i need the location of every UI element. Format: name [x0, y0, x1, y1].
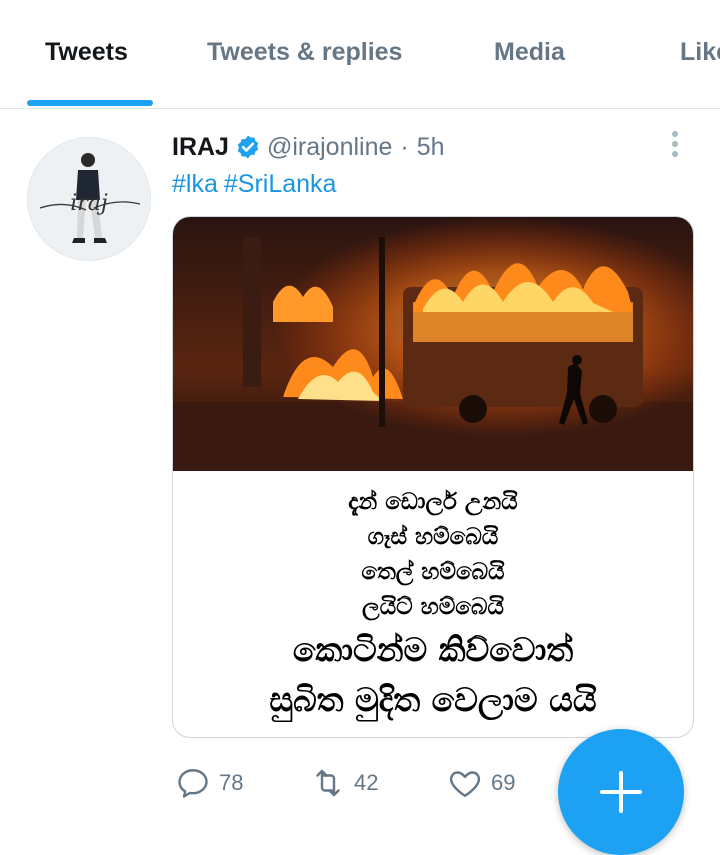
caption-line: තෙල් හම්බෙයි	[361, 559, 505, 585]
tweet-text: #lka #SriLanka	[172, 170, 342, 199]
image-caption: දැන් ඩොලර් උනයි ගෑස් හම්බෙයි තෙල් හම්බෙය…	[173, 471, 693, 737]
avatar[interactable]: iraj	[27, 137, 151, 261]
caption-line: දැන් ඩොලර් උනයි	[348, 489, 518, 515]
like-button[interactable]: 69	[447, 760, 515, 806]
reply-count: 78	[219, 770, 244, 795]
tweet-timestamp[interactable]: 5h	[417, 133, 445, 162]
compose-plus-icon	[600, 771, 642, 813]
verified-badge-icon	[237, 135, 259, 159]
like-count: 69	[491, 770, 516, 795]
user-handle[interactable]: @irajonline	[267, 133, 392, 162]
tab-tweets-replies[interactable]: Tweets & replies	[207, 38, 402, 67]
reply-button[interactable]: 78	[175, 760, 243, 806]
reply-icon	[178, 769, 208, 798]
avatar-signature: iraj	[70, 191, 108, 216]
profile-tabs: Tweets Tweets & replies Media Likes	[0, 0, 720, 109]
caption-line: සුබිත මුදිත වෙලාම යයි	[269, 680, 597, 719]
compose-tweet-button[interactable]	[558, 729, 684, 855]
retweet-count: 42	[354, 770, 379, 795]
separator-dot: ·	[400, 132, 409, 161]
tweet-media[interactable]: දැන් ඩොලර් උනයි ගෑස් හම්බෙයි තෙල් හම්බෙය…	[172, 216, 694, 738]
like-icon	[449, 771, 481, 797]
retweet-button[interactable]: 42	[310, 760, 378, 806]
tab-media[interactable]: Media	[494, 38, 565, 67]
hashtag-link[interactable]: #SriLanka	[224, 170, 337, 198]
tab-likes[interactable]: Likes	[680, 38, 720, 67]
caption-line: ගෑස් හම්බෙයි	[367, 524, 499, 550]
display-name[interactable]: IRAJ	[172, 133, 229, 162]
tweet-header: IRAJ @irajonline · 5h	[172, 131, 445, 163]
tab-tweets[interactable]: Tweets	[45, 38, 128, 67]
caption-line: ලයිට් හම්බෙයි	[362, 594, 504, 620]
avatar-image: iraj	[28, 138, 150, 260]
active-tab-indicator	[27, 100, 153, 106]
burning-bus-photo	[173, 217, 693, 471]
retweet-icon	[316, 769, 340, 797]
caption-line: කොටින්ම කිව්වොත්	[292, 630, 574, 669]
more-options-icon[interactable]	[668, 131, 682, 161]
hashtag-link[interactable]: #lka	[172, 170, 218, 198]
